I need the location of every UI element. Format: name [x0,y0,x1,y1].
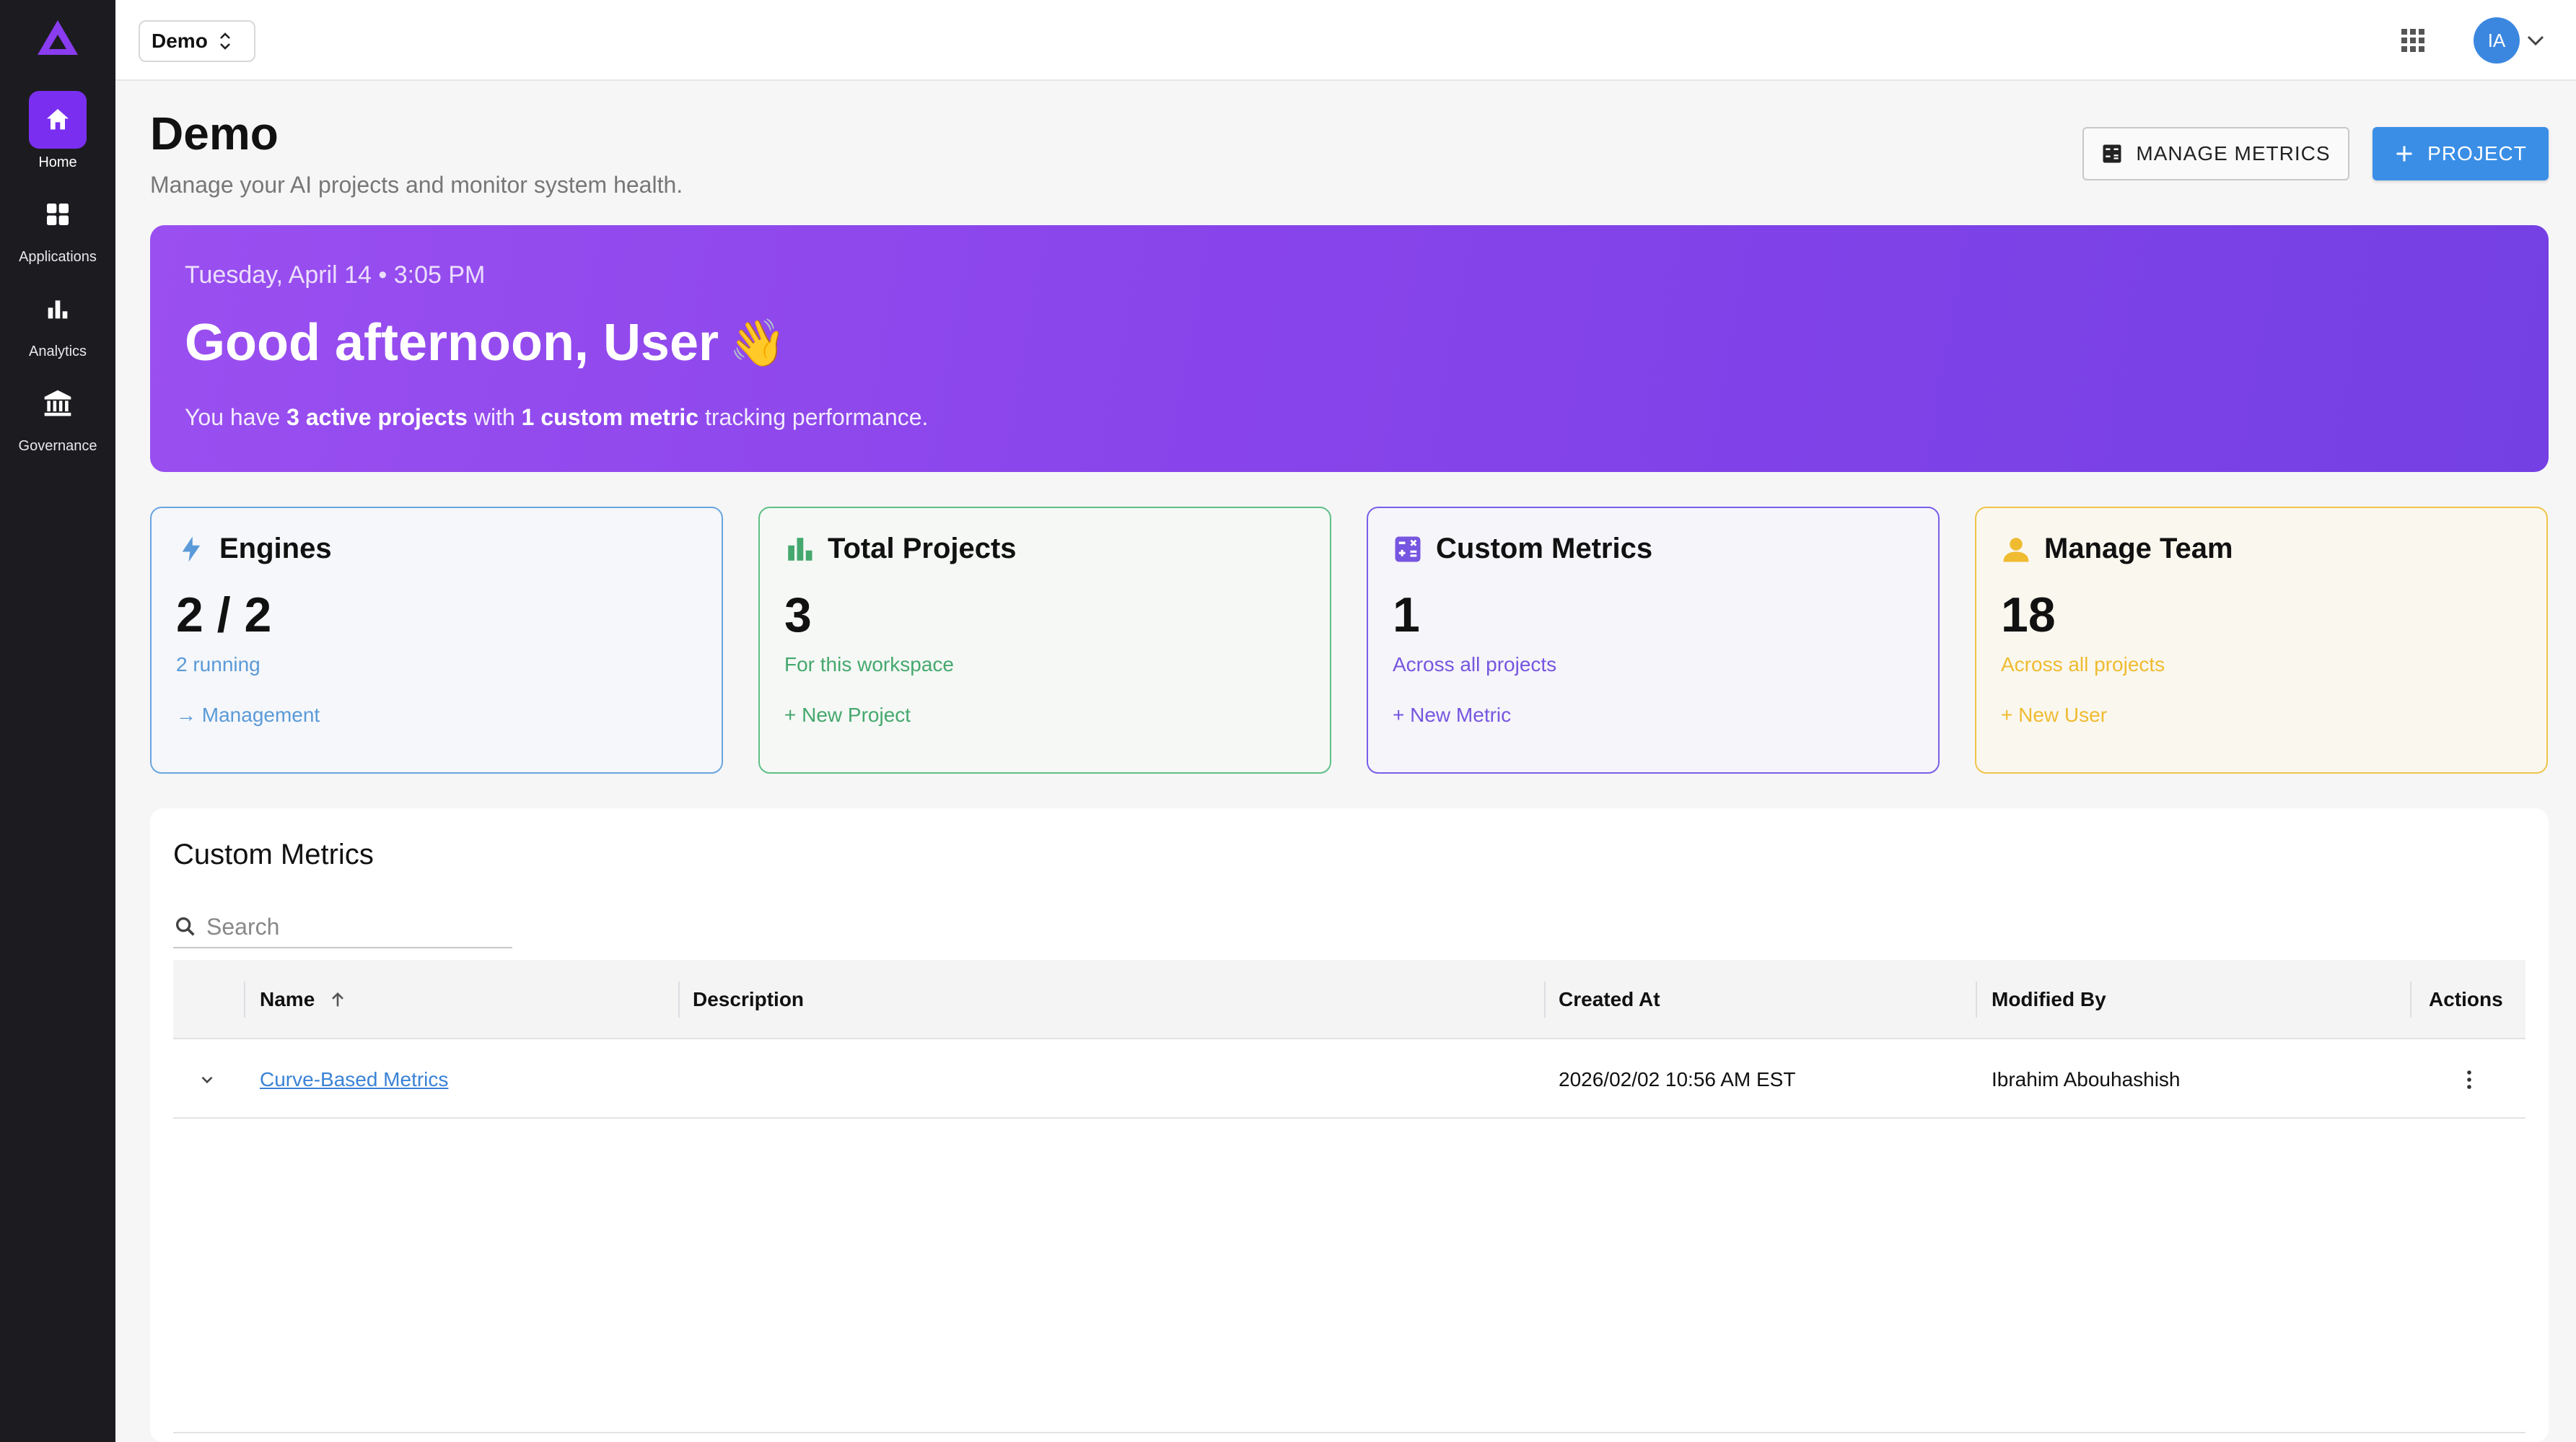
greeting-text: Good afternoon, User [185,314,719,372]
avatar[interactable]: IA [2474,17,2520,64]
column-separator [2410,982,2411,1018]
card-title: Engines [219,533,332,564]
page-subtitle: Manage your AI projects and monitor syst… [150,172,683,198]
engines-card: Engines 2 / 2 2 running → Management [150,507,723,774]
card-subtext: Across all projects [2001,653,2165,676]
expand-row-button[interactable] [198,1041,216,1119]
bar-chart-icon [788,537,812,561]
add-project-button[interactable]: PROJECT [2373,127,2549,180]
card-title: Manage Team [2044,533,2233,564]
more-vertical-icon [2467,1070,2471,1089]
sidebar-item-label: Governance [18,438,97,454]
sort-ascending-icon[interactable] [328,989,348,1010]
table-footer-divider [173,1432,2525,1433]
banner-greeting: Good afternoon, User 👋 [185,313,787,372]
plus-icon [2396,146,2412,162]
search-input[interactable]: Search [173,906,512,948]
card-value: 3 [784,587,812,642]
metric-created-at: 2026/02/02 10:56 AM EST [1559,1068,1796,1091]
sidebar-item-applications[interactable]: Applications [0,185,115,266]
summary-suffix: tracking performance. [698,404,929,430]
sidebar-item-governance[interactable]: Governance [0,375,115,455]
top-bar: Demo IA [115,0,2576,81]
table-header: Name Description Created At Modified By … [173,960,2525,1039]
custom-metrics-panel: Custom Metrics Search Name Description C… [150,808,2549,1442]
sidebar-item-analytics[interactable]: Analytics [0,280,115,360]
card-value: 1 [1393,587,1420,642]
column-separator [1976,982,1977,1018]
column-separator [678,982,680,1018]
page-title: Demo [150,108,279,160]
bar-chart-icon [29,280,87,338]
row-actions-button[interactable] [2462,1041,2476,1119]
card-title: Custom Metrics [1436,533,1653,564]
card-title: Total Projects [828,533,1017,564]
apps-grid-icon[interactable] [2400,27,2426,53]
column-separator [1544,982,1546,1018]
summary-metric: 1 custom metric [521,404,699,430]
sidebar-item-label: Applications [19,249,97,265]
search-placeholder: Search [206,913,280,940]
home-icon [29,91,87,149]
waving-hand-icon: 👋 [729,316,787,369]
grid-icon [29,185,87,243]
banner-date: Tuesday, April 14 • 3:05 PM [185,261,486,289]
chevron-down-icon[interactable] [2525,32,2546,49]
workspace-select[interactable]: Demo [139,20,255,62]
custom-metrics-card: Custom Metrics 1 Across all projects + N… [1367,507,1940,774]
app-logo-icon[interactable] [35,16,81,62]
calculator-icon [2103,144,2121,163]
manage-metrics-label: MANAGE METRICS [2136,142,2331,165]
welcome-banner: Tuesday, April 14 • 3:05 PM Good afterno… [150,225,2549,472]
card-value: 2 / 2 [176,587,272,642]
column-header-actions: Actions [2429,988,2503,1010]
card-subtext: 2 running [176,653,260,676]
summary-mid: with [467,404,522,430]
new-project-link[interactable]: + New Project [784,704,1305,727]
column-header-description[interactable]: Description [693,960,804,1039]
new-metric-link[interactable]: + New Metric [1393,704,1914,727]
lightning-icon [182,536,201,561]
table-row[interactable]: Curve-Based Metrics 2026/02/02 10:56 AM … [173,1041,2525,1119]
person-icon [2003,537,2029,561]
summary-projects: 3 active projects [286,404,468,430]
card-subtext: For this workspace [784,653,954,676]
metric-modified-by: Ibrahim Abouhashish [1992,1068,2181,1091]
panel-title: Custom Metrics [173,839,374,870]
sidebar-item-home[interactable]: Home [0,91,115,171]
metric-name-link[interactable]: Curve-Based Metrics [260,1068,448,1091]
workspace-name: Demo [152,30,208,52]
unfold-icon [219,32,230,50]
bank-icon [29,375,87,432]
management-link[interactable]: → Management [176,704,697,727]
card-subtext: Across all projects [1393,653,1557,676]
search-icon [175,917,195,936]
column-header-name[interactable]: Name [260,960,348,1039]
sidebar-item-label: Home [38,154,77,170]
sidebar-item-label: Analytics [28,344,87,359]
sidebar: Home Applications Analytics Governance [0,0,115,1442]
column-separator [244,982,245,1018]
summary-prefix: You have [185,404,287,430]
column-header-created-at[interactable]: Created At [1559,960,1660,1039]
column-label: Name [260,988,315,1010]
manage-team-card: Manage Team 18 Across all projects + New… [1975,507,2548,774]
calculator-icon [1395,536,1421,561]
card-value: 18 [2001,587,2056,642]
project-button-label: PROJECT [2427,142,2527,165]
chevron-down-icon [201,1076,213,1084]
banner-summary: You have 3 active projects with 1 custom… [185,404,928,431]
column-header-modified-by[interactable]: Modified By [1992,960,2106,1039]
manage-metrics-button[interactable]: MANAGE METRICS [2082,127,2349,180]
new-user-link[interactable]: + New User [2001,704,2522,727]
total-projects-card: Total Projects 3 For this workspace + Ne… [758,507,1331,774]
